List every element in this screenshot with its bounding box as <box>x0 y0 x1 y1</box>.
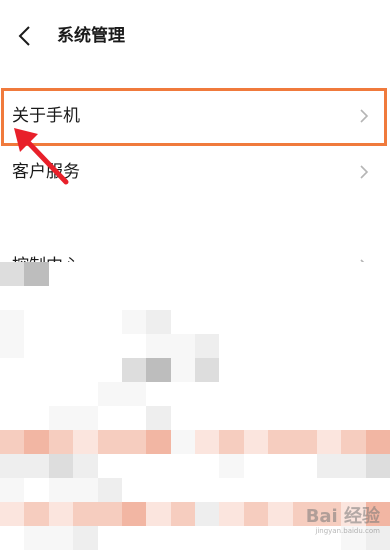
chevron-right-icon <box>360 109 369 123</box>
watermark-brand: Bai 经验 <box>305 506 380 527</box>
chevron-left-icon[interactable] <box>14 24 38 48</box>
top-bar: 系统管理 <box>0 0 390 72</box>
chevron-right-icon <box>360 165 369 179</box>
watermark-url: jingyan.baidu.com <box>315 527 380 535</box>
baidu-watermark: Bai 经验 jingyan.baidu.com <box>306 507 380 536</box>
red-arrow-icon <box>14 128 69 185</box>
page-title: 系统管理 <box>57 26 125 46</box>
